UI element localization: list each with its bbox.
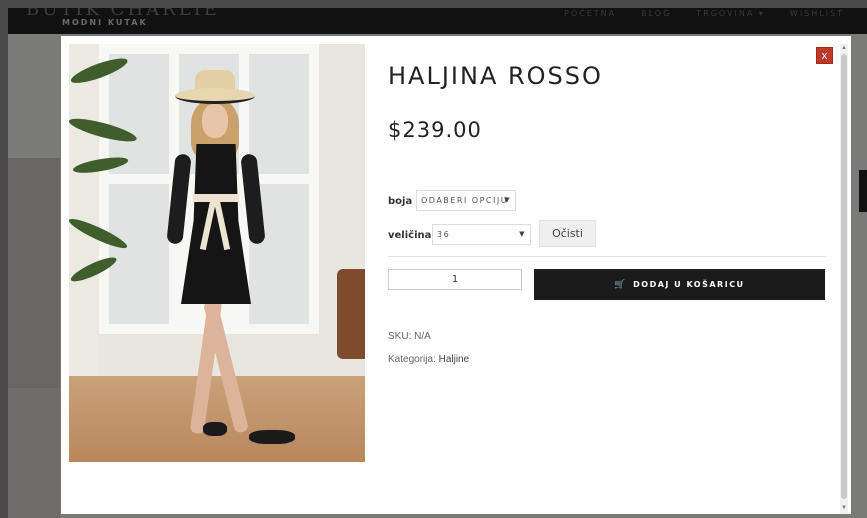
size-select-value: 36: [437, 230, 451, 239]
floor: [69, 376, 365, 462]
product-image: [69, 44, 365, 462]
quantity-input[interactable]: 1: [388, 269, 522, 290]
background-image-bottom: [8, 388, 60, 518]
shoe: [203, 422, 227, 436]
sku-value: N/A: [414, 331, 431, 342]
product-price: $239.00: [388, 118, 482, 142]
category-link[interactable]: Haljine: [439, 354, 470, 365]
caret-down-icon: ▼: [504, 196, 511, 204]
sku: SKU: N/A: [388, 331, 431, 342]
add-to-cart-label: DODAJ U KOŠARICU: [633, 280, 745, 289]
scrollbar[interactable]: ▲ ▼: [840, 44, 848, 514]
scroll-down-icon[interactable]: ▼: [841, 504, 847, 512]
quick-view-modal: HALJINA ROSSO $239.00 boja ODABERI OPCIJ…: [61, 36, 851, 514]
size-label: veličina: [388, 230, 432, 241]
model-face: [202, 104, 228, 138]
color-select-value: ODABERI OPCIJU: [421, 196, 509, 205]
chair: [337, 269, 365, 359]
color-label: boja: [388, 196, 413, 207]
site-nav: POČETNA BLOG TRGOVINA ▾ WISHLIST S: [564, 9, 867, 18]
caret-down-icon: ▼: [519, 230, 526, 238]
close-button[interactable]: x: [816, 47, 833, 64]
close-icon: x: [821, 50, 828, 62]
scrollbar-thumb[interactable]: [841, 54, 847, 499]
category-label: Kategorija:: [388, 354, 436, 365]
clear-variations-button[interactable]: Očisti: [539, 220, 596, 247]
nav-item-wishlist[interactable]: WISHLIST: [790, 9, 844, 18]
nav-item-blog[interactable]: BLOG: [641, 9, 671, 18]
shoe: [249, 430, 295, 444]
add-to-cart-button[interactable]: 🛒 DODAJ U KOŠARICU: [534, 269, 825, 300]
size-select[interactable]: 36 ▼: [432, 224, 531, 245]
nav-item-home[interactable]: POČETNA: [564, 9, 616, 18]
scroll-up-icon[interactable]: ▲: [841, 44, 847, 52]
category: Kategorija: Haljine: [388, 354, 469, 365]
divider: [388, 256, 826, 257]
sku-label: SKU:: [388, 331, 412, 342]
color-select[interactable]: ODABERI OPCIJU ▼: [416, 190, 516, 211]
product-title: HALJINA ROSSO: [388, 62, 603, 90]
site-header: BUTIK CHARLIE MODNI KUTAK POČETNA BLOG T…: [8, 8, 867, 34]
wall: [69, 44, 99, 376]
nav-item-shop[interactable]: TRGOVINA ▾: [696, 9, 765, 18]
site-tagline: MODNI KUTAK: [62, 18, 148, 27]
hat-brim: [175, 88, 255, 104]
cart-icon: 🛒: [614, 280, 628, 290]
background-block-right: [859, 170, 867, 212]
